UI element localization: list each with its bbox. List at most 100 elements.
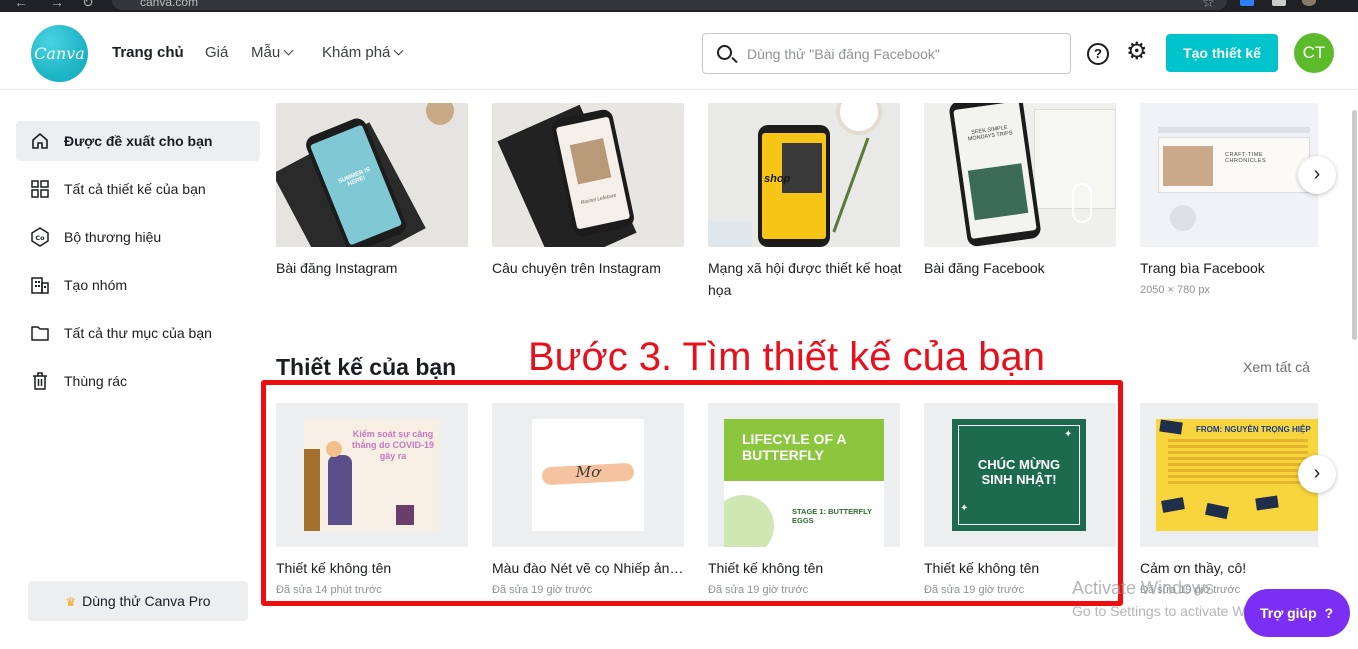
sidebar-item-brand-kit[interactable]: Co Bộ thương hiệu xyxy=(16,217,260,257)
template-thumbnail[interactable]: CRAFT-TIME CHRONICLES xyxy=(1140,103,1318,247)
nav-discover[interactable]: Khám phá xyxy=(322,44,404,61)
address-bar[interactable]: canva.com xyxy=(112,0,1227,10)
trash-icon xyxy=(33,372,47,390)
your-designs-title: Thiết kế của bạn xyxy=(276,354,457,380)
template-title[interactable]: Bài đăng Facebook xyxy=(924,257,1120,279)
template-dimensions: 2050 × 780 px xyxy=(1140,284,1211,296)
phone-shape: shop xyxy=(758,125,830,247)
canva-logo[interactable]: Canva xyxy=(31,25,88,82)
search-icon xyxy=(717,45,732,60)
nav-home[interactable]: Trang chủ xyxy=(112,44,184,61)
extensions-puzzle-icon[interactable] xyxy=(1272,0,1286,6)
windows-watermark-title: Activate Windows xyxy=(1072,578,1215,598)
grad-cap-shape xyxy=(1161,497,1185,513)
search-box[interactable] xyxy=(702,33,1071,74)
nav-templates[interactable]: Mẫu xyxy=(251,44,294,61)
design-title[interactable]: Cảm ơn thầy, cô! xyxy=(1140,557,1318,579)
template-thumbnail[interactable]: shop xyxy=(708,103,900,247)
building-icon xyxy=(31,277,49,294)
design-canvas: FROM: NGUYỄN TRỌNG HIỆP xyxy=(1156,419,1318,531)
template-thumbnail[interactable]: SUMMER IS HERE! xyxy=(276,103,468,247)
sidebar-item-recommended[interactable]: Được đề xuất cho bạn xyxy=(16,121,260,161)
design-thumb-text: FROM: NGUYỄN TRỌNG HIỆP xyxy=(1196,425,1311,434)
sidebar-item-label: Tạo nhóm xyxy=(64,277,128,293)
template-title[interactable]: Mạng xã hội được thiết kế hoạt họa xyxy=(708,257,904,301)
folder-icon xyxy=(31,326,49,341)
design-thumbnail[interactable]: FROM: NGUYỄN TRỌNG HIỆP xyxy=(1140,403,1318,547)
try-pro-label: Dùng thử Canva Pro xyxy=(82,593,211,609)
plant-shape xyxy=(832,137,900,247)
chevron-right-icon[interactable]: › xyxy=(1298,156,1336,194)
home-icon xyxy=(32,133,48,149)
back-icon[interactable]: ← xyxy=(14,0,28,10)
sidebar-item-label: Bộ thương hiệu xyxy=(64,229,162,245)
sidebar-item-all-designs[interactable]: Tất cả thiết kế của bạn xyxy=(16,169,260,209)
question-icon: ? xyxy=(1324,605,1334,621)
forward-icon[interactable]: → xyxy=(50,0,64,10)
reload-icon[interactable]: ↻ xyxy=(82,0,94,11)
profile-circle-shape xyxy=(1170,205,1196,231)
chevron-right-icon[interactable]: › xyxy=(1298,455,1336,493)
nav-pricing[interactable]: Giá xyxy=(205,44,228,61)
template-title[interactable]: Bài đăng Instagram xyxy=(276,257,472,279)
earphone-shape xyxy=(1072,183,1092,223)
sidebar-item-label: Thùng rác xyxy=(64,373,128,389)
grad-cap-shape xyxy=(1255,495,1279,511)
design-card[interactable]: FROM: NGUYỄN TRỌNG HIỆP Cảm ơn thầy, cô!… xyxy=(1140,403,1318,603)
photo-shape xyxy=(569,138,612,185)
thumb-text: shop xyxy=(764,173,791,185)
step-annotation: Bước 3. Tìm thiết kế của bạn xyxy=(528,335,1045,379)
crown-icon: ♛ xyxy=(65,595,77,609)
brand-kit-icon: Co xyxy=(31,227,49,247)
grad-cap-shape xyxy=(1204,502,1230,520)
template-title[interactable]: Câu chuyện trên Instagram xyxy=(492,257,688,279)
thumb-text: SUMMER IS HERE! xyxy=(337,166,372,188)
scrollbar[interactable] xyxy=(1352,110,1357,340)
grid-icon xyxy=(31,180,49,198)
try-canva-pro-button[interactable]: ♛ Dùng thử Canva Pro xyxy=(28,581,248,621)
fb-bar-shape xyxy=(1158,127,1310,133)
template-title[interactable]: Trang bìa Facebook xyxy=(1140,257,1318,279)
avatar[interactable]: CT xyxy=(1294,33,1334,73)
template-thumbnail[interactable]: SEEK SIMPLE MONDAYS TRIPS xyxy=(924,103,1116,247)
sidebar-item-label: Được đề xuất cho bạn xyxy=(64,133,213,149)
photo-shape xyxy=(1163,146,1213,186)
thumb-text: SEEK SIMPLE MONDAYS TRIPS xyxy=(967,124,1013,143)
nav-discover-label: Khám phá xyxy=(322,44,391,61)
help-icon[interactable]: ? xyxy=(1087,43,1109,65)
create-design-button[interactable]: Tạo thiết kế xyxy=(1166,34,1278,72)
sidebar-item-all-folders[interactable]: Tất cả thư mục của bạn xyxy=(16,313,260,353)
sidebar-item-trash[interactable]: Thùng rác xyxy=(16,361,260,401)
photo-shape xyxy=(782,143,822,193)
top-header: Canva Trang chủ Giá Mẫu Khám phá ? ⚙ Tạo… xyxy=(0,12,1358,90)
annotation-highlight-box xyxy=(261,380,1123,606)
gear-icon[interactable]: ⚙ xyxy=(1126,40,1148,64)
text-lines-shape xyxy=(1168,439,1308,487)
decor-shape xyxy=(708,221,752,247)
phone-shape: SEEK SIMPLE MONDAYS TRIPS xyxy=(948,103,1042,247)
phone-screen: shop xyxy=(762,133,826,239)
url-text: canva.com xyxy=(140,0,199,9)
bookmark-star-icon[interactable]: ☆ xyxy=(1202,0,1215,11)
chevron-down-icon xyxy=(283,45,294,56)
sidebar-item-label: Tất cả thư mục của bạn xyxy=(64,325,212,341)
template-thumbnail[interactable]: Rachel Lefebvre xyxy=(492,103,684,247)
photo-shape xyxy=(967,163,1029,221)
nav-templates-label: Mẫu xyxy=(251,44,281,61)
see-all-link[interactable]: Xem tất cả xyxy=(1243,359,1310,375)
help-button[interactable]: Trợ giúp? xyxy=(1244,589,1350,637)
template-card-facebook-cover[interactable]: CRAFT-TIME CHRONICLES Trang bìa Facebook… xyxy=(1140,103,1318,303)
profile-icon[interactable] xyxy=(1302,0,1316,6)
cover-image-shape: CRAFT-TIME CHRONICLES xyxy=(1158,137,1310,193)
sidebar-item-label: Tất cả thiết kế của bạn xyxy=(64,181,206,197)
browser-toolbar: ← → ↻ canva.com ☆ xyxy=(0,0,1358,12)
svg-text:Co: Co xyxy=(35,234,45,242)
chevron-down-icon xyxy=(393,45,404,56)
sidebar-item-create-team[interactable]: Tạo nhóm xyxy=(16,265,260,305)
coffee-cup-shape xyxy=(836,103,882,135)
help-button-label: Trợ giúp xyxy=(1260,605,1317,621)
search-input[interactable] xyxy=(747,43,1057,65)
extension-icon[interactable] xyxy=(1240,0,1254,6)
thumb-text: CRAFT-TIME CHRONICLES xyxy=(1225,152,1267,164)
phone-screen: SEEK SIMPLE MONDAYS TRIPS xyxy=(953,103,1037,239)
